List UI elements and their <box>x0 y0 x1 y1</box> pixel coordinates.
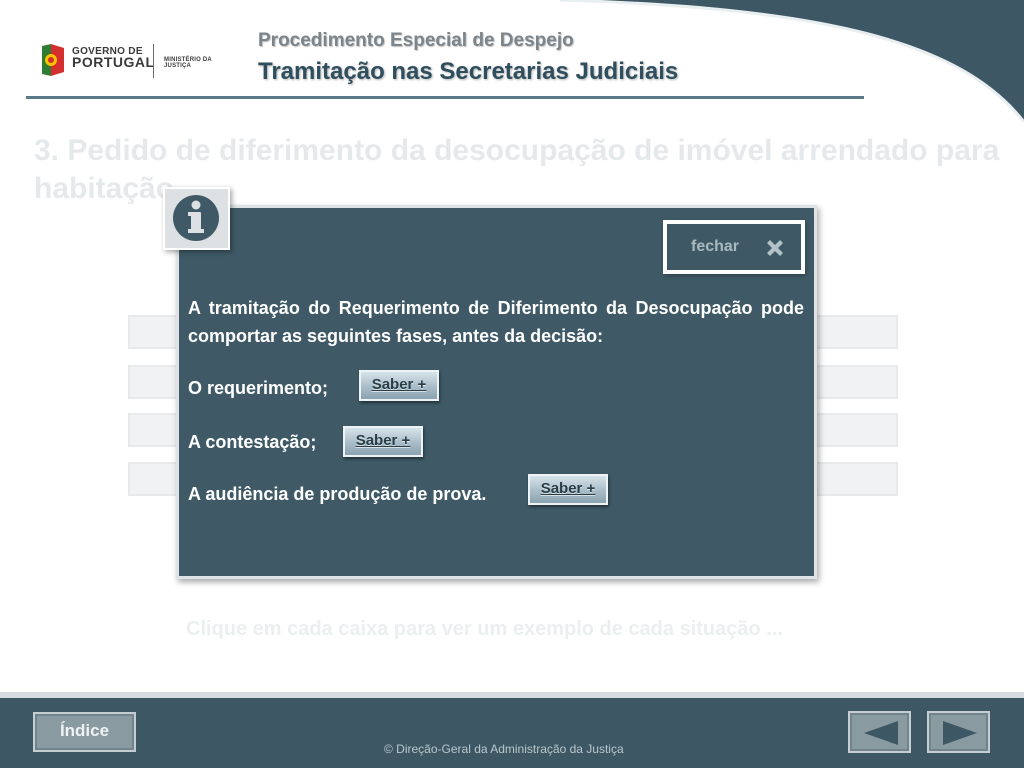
logo-divider <box>153 44 154 78</box>
index-button[interactable]: Índice <box>33 712 136 752</box>
saber-mais-label: Saber + <box>371 376 427 393</box>
logo-gov-line2: PORTUGAL <box>72 54 155 70</box>
governo-portugal-logo: GOVERNO DE PORTUGAL MINISTÉRIO DA JUSTIÇ… <box>40 42 240 82</box>
phase-audiencia: A audiência de produção de prova. <box>188 484 487 504</box>
next-arrow-icon <box>943 721 977 745</box>
portugal-flag-icon <box>42 44 64 76</box>
header-divider <box>26 96 864 99</box>
page-title: Tramitação nas Secretarias Judiciais <box>258 58 679 85</box>
info-badge <box>163 187 230 250</box>
saber-mais-label: Saber + <box>355 432 411 449</box>
page-subtitle: Procedimento Especial de Despejo <box>258 30 574 51</box>
info-icon <box>173 195 219 241</box>
next-button[interactable] <box>927 711 990 753</box>
phase-contestacao: A contestação; <box>188 432 317 452</box>
header: GOVERNO DE PORTUGAL MINISTÉRIO DA JUSTIÇ… <box>0 0 1024 110</box>
saber-mais-button-contestacao[interactable]: Saber + <box>343 426 423 457</box>
previous-arrow-icon <box>864 721 898 745</box>
close-label: fechar <box>691 238 740 255</box>
saber-mais-button-audiencia[interactable]: Saber + <box>528 474 608 505</box>
modal-intro-text: A tramitação do Requerimento de Diferime… <box>188 298 804 346</box>
copyright-text: © Direção-Geral da Administração da Just… <box>384 742 624 756</box>
close-x-icon <box>767 240 783 256</box>
phase-requerimento: O requerimento; <box>188 378 329 398</box>
saber-mais-button-requerimento[interactable]: Saber + <box>359 370 439 401</box>
saber-mais-label: Saber + <box>540 480 596 497</box>
close-button[interactable]: fechar <box>663 220 805 274</box>
logo-text: GOVERNO DE PORTUGAL <box>72 46 155 70</box>
instruction-hint: Clique em cada caixa para ver um exemplo… <box>186 618 783 640</box>
previous-button[interactable] <box>848 711 911 753</box>
logo-ministry: MINISTÉRIO DA JUSTIÇA <box>164 57 212 69</box>
